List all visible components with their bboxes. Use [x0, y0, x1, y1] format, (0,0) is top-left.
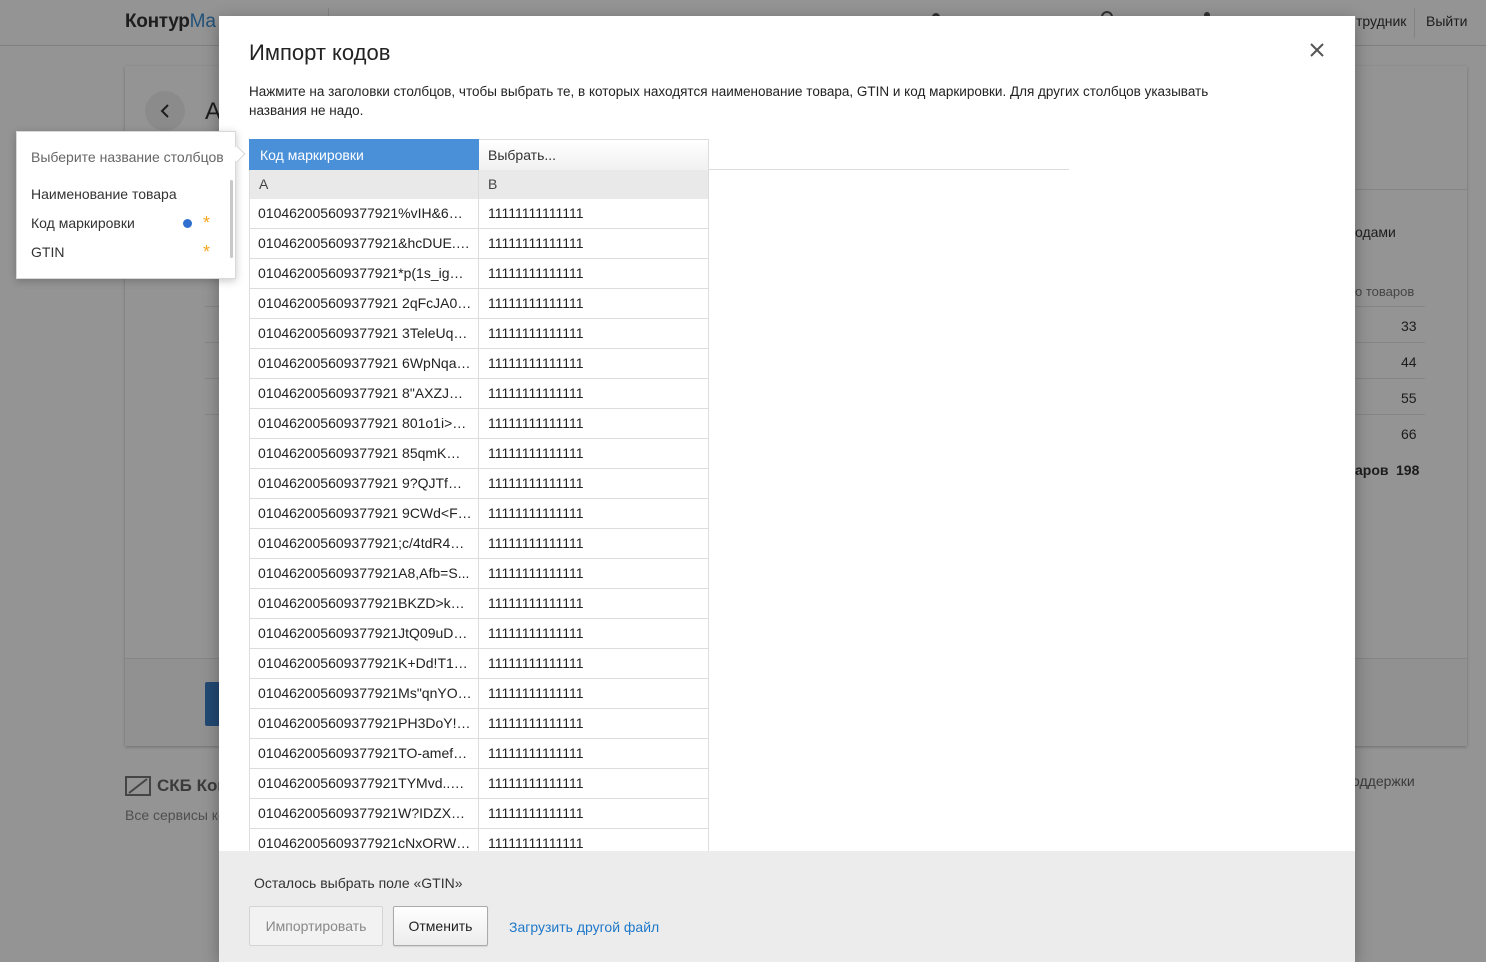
cell-column-b: 11111111111111	[488, 715, 584, 731]
cell-column-a: 010462005609377921 9CWd<Fv...	[250, 499, 480, 528]
modal-footer: Осталось выбрать поле «GTIN» Импортирова…	[219, 851, 1355, 962]
table-row: 010462005609377921 9CWd<Fv... 11111111111…	[249, 499, 709, 529]
popup-item-product-name[interactable]: Наименование товара	[31, 183, 217, 205]
popup-item-gtin[interactable]: GTIN *	[31, 241, 217, 263]
required-star-icon: *	[203, 242, 211, 262]
cell-column-a: 010462005609377921cNxORW7...	[250, 829, 480, 852]
table-row: 010462005609377921cNxORW7... 111111111111…	[249, 829, 709, 852]
cell-column-b: 11111111111111	[488, 745, 584, 761]
table-row: 010462005609377921 9?QJTfQBo... 111111111…	[249, 469, 709, 499]
table-row: 010462005609377921 85qmKm_f... 1111111111…	[249, 439, 709, 469]
import-button[interactable]: Импортировать	[249, 906, 383, 946]
header-divider	[709, 169, 1069, 170]
cell-column-a: 010462005609377921 3TeleUqst...	[250, 319, 480, 348]
table-row: 010462005609377921PH3DoY!L... 11111111111…	[249, 709, 709, 739]
cell-column-a: 010462005609377921*p(1s_igW...	[250, 259, 480, 288]
cell-column-b: 11111111111111	[488, 835, 584, 851]
table-body: 010462005609377921%vIH&6PZ... 11111111111…	[249, 199, 709, 852]
popup-item-marking-code[interactable]: Код маркировки *	[31, 212, 217, 234]
cell-column-b: 11111111111111	[488, 535, 584, 551]
cell-column-a: 010462005609377921 801o1i>db...	[250, 409, 480, 438]
popup-scrollbar[interactable]	[230, 180, 233, 258]
table-row: 010462005609377921 3TeleUqst... 111111111…	[249, 319, 709, 349]
close-button[interactable]	[1305, 38, 1329, 62]
cell-column-a: 010462005609377921%vIH&6PZ...	[250, 199, 480, 228]
cell-column-b: 11111111111111	[488, 385, 584, 401]
cell-column-b: 11111111111111	[488, 625, 584, 641]
codes-table: Код маркировки Выбрать... A B 0104620056…	[249, 139, 709, 852]
cell-column-b: 11111111111111	[488, 415, 584, 431]
cell-column-b: 11111111111111	[488, 475, 584, 491]
selected-dot-icon	[183, 219, 192, 228]
popup-item-label: Наименование товара	[31, 186, 177, 202]
modal-title: Импорт кодов	[249, 40, 391, 65]
table-row: 010462005609377921;c/4tdR4Bv... 111111111…	[249, 529, 709, 559]
cell-column-a: 010462005609377921 6WpNqa5)...	[250, 349, 480, 378]
table-row: 010462005609377921TO-amefYj... 1111111111…	[249, 739, 709, 769]
table-row: 010462005609377921JtQ09uDD... 11111111111…	[249, 619, 709, 649]
column-b-letter: B	[488, 176, 498, 192]
cell-column-b: 11111111111111	[488, 265, 584, 281]
table-row: 010462005609377921*p(1s_igW... 1111111111…	[249, 259, 709, 289]
popup-item-label: GTIN	[31, 244, 65, 260]
close-icon	[1310, 43, 1324, 57]
cell-column-b: 11111111111111	[488, 805, 584, 821]
modal-description: Нажмите на заголовки столбцов, чтобы выб…	[249, 84, 1209, 118]
table-row: 010462005609377921 8"AXZJXHt... 111111111…	[249, 379, 709, 409]
column-a-letter: A	[250, 170, 479, 199]
cell-column-a: 010462005609377921;c/4tdR4Bv...	[250, 529, 480, 558]
cell-column-b: 11111111111111	[488, 505, 584, 521]
table-row: 010462005609377921 6WpNqa5)... 1111111111…	[249, 349, 709, 379]
cell-column-a: 010462005609377921K+Dd!T1R...	[250, 649, 480, 678]
popup-item-label: Код маркировки	[31, 215, 135, 231]
cell-column-b: 11111111111111	[488, 445, 584, 461]
column-b-header[interactable]: Выбрать...	[479, 139, 709, 170]
upload-another-file-link[interactable]: Загрузить другой файл	[509, 919, 659, 935]
cell-column-a: 010462005609377921TYMvd..go...	[250, 769, 480, 798]
cell-column-a: 010462005609377921 8"AXZJXHt...	[250, 379, 480, 408]
table-row: 010462005609377921%vIH&6PZ... 11111111111…	[249, 199, 709, 229]
cell-column-b: 11111111111111	[488, 565, 584, 581]
cell-column-a: 010462005609377921&hcDUE.w...	[250, 229, 480, 258]
cell-column-a: 010462005609377921 9?QJTfQBo...	[250, 469, 480, 498]
cell-column-a: 010462005609377921W?IDZXJfx...	[250, 799, 480, 828]
cell-column-b: 11111111111111	[488, 685, 584, 701]
cell-column-a: 010462005609377921 2qFcJA0Ge...	[250, 289, 480, 318]
cell-column-a: 010462005609377921A8,Afb=S...	[250, 559, 480, 588]
cell-column-a: 010462005609377921JtQ09uDD...	[250, 619, 480, 648]
column-name-popup: Выберите название столбцов Наименование …	[16, 131, 246, 279]
cancel-button[interactable]: Отменить	[393, 906, 488, 946]
table-row: 010462005609377921Ms"qnYOc... 11111111111…	[249, 679, 709, 709]
popup-caption: Выберите название столбцов	[31, 149, 224, 165]
table-row: 010462005609377921W?IDZXJfx... 1111111111…	[249, 799, 709, 829]
column-header-row: Код маркировки Выбрать...	[249, 139, 709, 170]
cell-column-a: 010462005609377921 85qmKm_f...	[250, 439, 480, 468]
cell-column-b: 11111111111111	[488, 655, 584, 671]
table-row: 010462005609377921&hcDUE.w... 11111111111…	[249, 229, 709, 259]
table-row: 010462005609377921BKZD>ka7... 11111111111…	[249, 589, 709, 619]
cell-column-b: 11111111111111	[488, 295, 584, 311]
required-star-icon: *	[203, 213, 211, 233]
cell-column-a: 010462005609377921BKZD>ka7...	[250, 589, 480, 618]
cell-column-b: 11111111111111	[488, 355, 584, 371]
cell-column-b: 11111111111111	[488, 205, 584, 221]
table-row: 010462005609377921 2qFcJA0Ge... 111111111…	[249, 289, 709, 319]
table-row: 010462005609377921A8,Afb=S... 11111111111…	[249, 559, 709, 589]
cell-column-a: 010462005609377921PH3DoY!L...	[250, 709, 480, 738]
cell-column-a: 010462005609377921Ms"qnYOc...	[250, 679, 480, 708]
table-row: 010462005609377921TYMvd..go... 1111111111…	[249, 769, 709, 799]
cell-column-b: 11111111111111	[488, 325, 584, 341]
remaining-field-hint: Осталось выбрать поле «GTIN»	[254, 875, 463, 891]
column-letters-row: A B	[249, 170, 709, 199]
table-row: 010462005609377921 801o1i>db... 111111111…	[249, 409, 709, 439]
cell-column-b: 11111111111111	[488, 595, 584, 611]
cell-column-b: 11111111111111	[488, 235, 584, 251]
cell-column-a: 010462005609377921TO-amefYj...	[250, 739, 480, 768]
cell-column-b: 11111111111111	[488, 775, 584, 791]
table-row: 010462005609377921K+Dd!T1R... 11111111111…	[249, 649, 709, 679]
column-a-header[interactable]: Код маркировки	[249, 139, 479, 170]
import-codes-modal: Импорт кодов Нажмите на заголовки столбц…	[219, 16, 1355, 962]
